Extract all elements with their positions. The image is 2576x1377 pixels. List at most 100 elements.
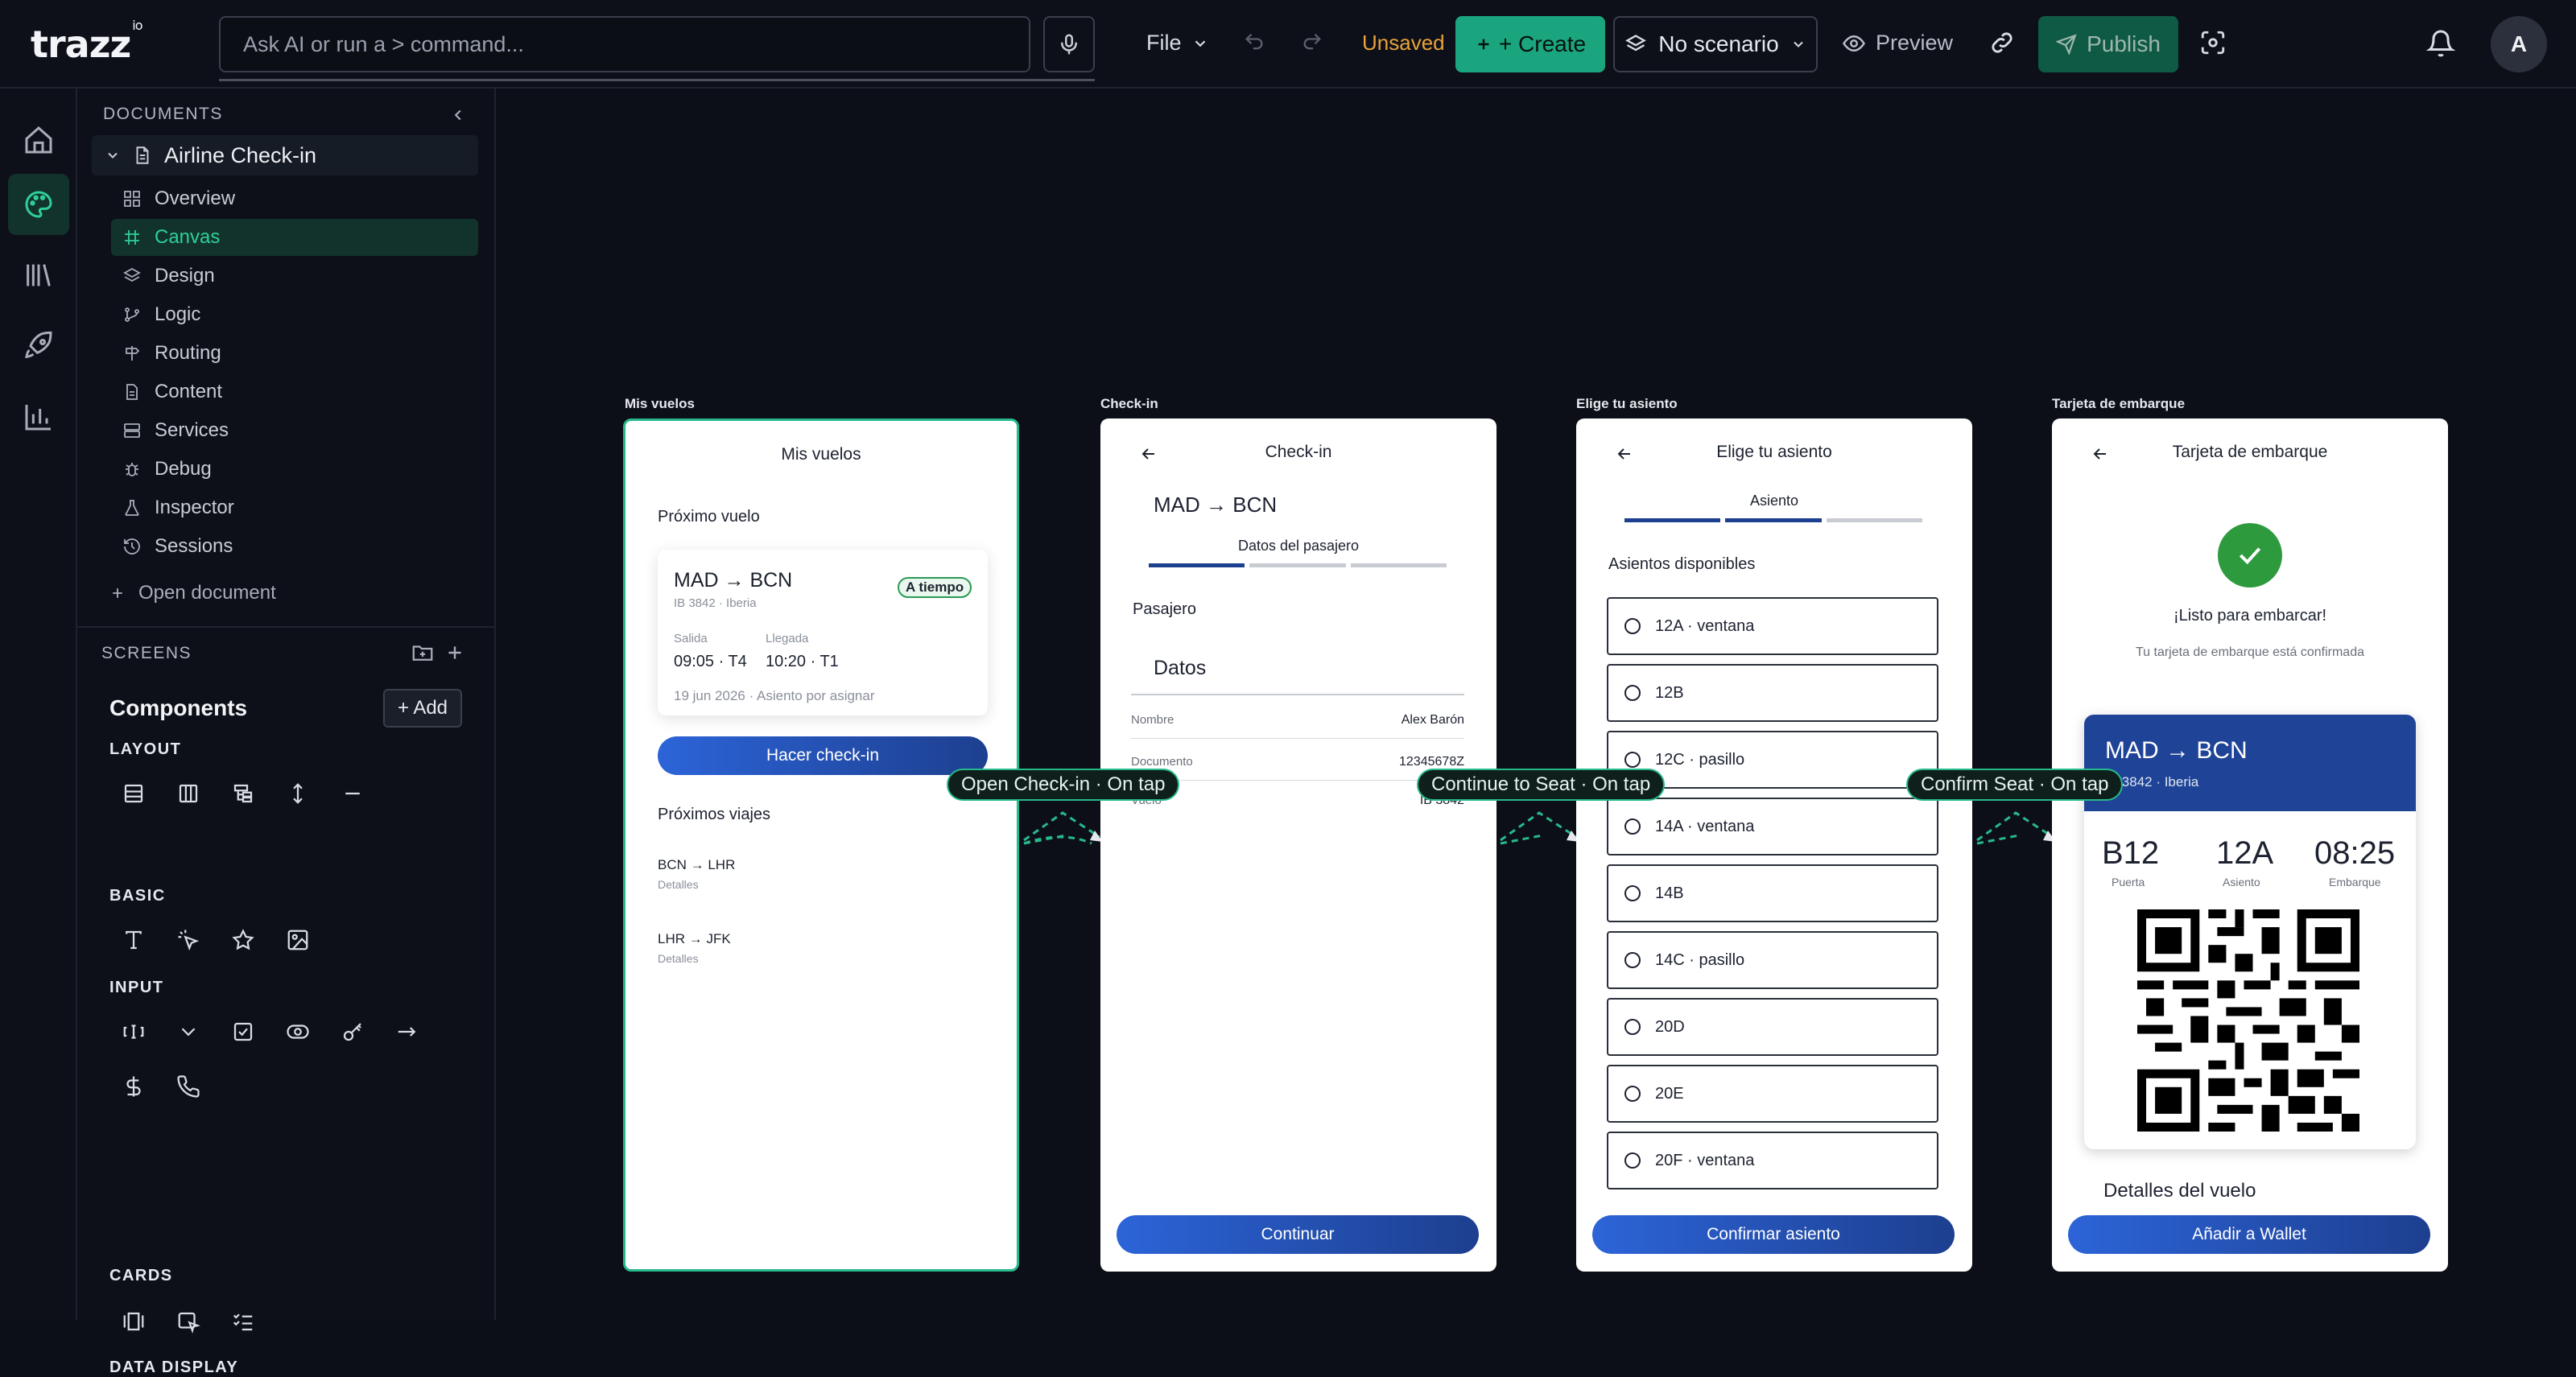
screen-boarding-pass[interactable]: Tarjeta de embarque ¡Listo para embarcar…	[2052, 418, 2448, 1272]
nav-design[interactable]: Design	[111, 258, 478, 295]
stack-component[interactable]	[116, 776, 151, 811]
nav-routing[interactable]: Routing	[111, 335, 478, 372]
connector-label[interactable]: Continue to Seat · On tap	[1417, 769, 1666, 801]
screen-title: Tarjeta de embarque	[2172, 443, 2328, 461]
file-text-icon	[126, 384, 138, 400]
undo-icon	[1245, 33, 1263, 50]
screen-mis-vuelos[interactable]: Mis vuelos Próximo vuelo MAD → BCN IB 38…	[623, 418, 1019, 1272]
seat-option[interactable]: 20D	[1607, 998, 1938, 1056]
status-badge: A tiempo	[898, 577, 972, 598]
redo-button[interactable]	[1301, 31, 1323, 53]
phone-component[interactable]	[171, 1069, 206, 1104]
toggle-component[interactable]	[280, 1014, 316, 1049]
nav-content[interactable]: Content	[111, 373, 478, 410]
notifications-button[interactable]	[2426, 29, 2455, 58]
seat-option[interactable]: 12B	[1607, 664, 1938, 722]
carousel-component[interactable]	[116, 1304, 151, 1339]
confirm-seat-button[interactable]: Confirmar asiento	[1592, 1215, 1955, 1254]
rail-home[interactable]	[8, 109, 69, 171]
add-to-wallet-button[interactable]: Añadir a Wallet	[2068, 1215, 2430, 1254]
app-logo[interactable]: trazz io	[31, 18, 143, 66]
command-input[interactable]: Ask AI or run a > command...	[219, 16, 1030, 72]
nav-sessions[interactable]: Sessions	[111, 528, 478, 565]
list-component[interactable]	[225, 1304, 261, 1339]
frame-label[interactable]: Mis vuelos	[625, 396, 695, 412]
open-document-button[interactable]: Open document	[98, 575, 465, 612]
undo-button[interactable]	[1243, 31, 1265, 53]
nav-logic[interactable]: Logic	[111, 296, 478, 333]
create-label: + Create	[1498, 31, 1587, 56]
layers-icon	[1625, 35, 1647, 52]
image-component[interactable]	[280, 922, 316, 958]
nav-canvas[interactable]: Canvas	[111, 219, 478, 256]
section-heading: Próximos viajes	[658, 806, 771, 823]
collapse-panel-icon[interactable]	[449, 106, 467, 124]
connector-label[interactable]: Confirm Seat · On tap	[1906, 769, 2124, 801]
user-avatar[interactable]: A	[2491, 16, 2547, 72]
qr-code-icon	[2137, 909, 2359, 1132]
card-component[interactable]	[171, 1304, 206, 1339]
checkbox-component[interactable]	[225, 1014, 261, 1049]
seat-option[interactable]: 14B	[1607, 864, 1938, 922]
file-menu[interactable]: File	[1146, 31, 1209, 56]
field-label: Nombre	[1131, 713, 1174, 727]
scenario-select[interactable]: No scenario	[1613, 16, 1818, 72]
continue-button[interactable]: Continuar	[1117, 1215, 1479, 1254]
trip-list-item[interactable]: BCN → LHR Detalles	[658, 857, 899, 905]
publish-button[interactable]: Publish	[2038, 16, 2178, 72]
seat-option[interactable]: 14C · pasillo	[1607, 931, 1938, 989]
currency-component[interactable]	[116, 1069, 151, 1104]
flight-card[interactable]: MAD → BCN IB 3842 · Iberia A tiempo Sali…	[658, 550, 988, 715]
columns-component[interactable]	[171, 776, 206, 811]
password-component[interactable]	[335, 1014, 370, 1049]
boarding-pass-header: MAD → BCN IB 3842 · Iberia	[2084, 715, 2416, 811]
step-label: Datos del pasajero	[1237, 538, 1360, 554]
document-title: Airline Check-in	[164, 142, 317, 167]
frame-label[interactable]: Check-in	[1100, 396, 1158, 412]
seat-option[interactable]: 20E	[1607, 1065, 1938, 1123]
nav-services[interactable]: Services	[111, 412, 478, 449]
screenshot-button[interactable]	[2199, 29, 2227, 56]
checkin-button[interactable]: Hacer check-in	[658, 736, 988, 775]
columns-icon	[179, 784, 198, 803]
frame-label[interactable]: Elige tu asiento	[1576, 396, 1678, 412]
slider-component[interactable]	[390, 1014, 425, 1049]
seat-option[interactable]: 12A · ventana	[1607, 597, 1938, 655]
plus-icon	[113, 588, 122, 598]
create-button[interactable]: + Create	[1455, 16, 1605, 72]
add-screen-icon[interactable]	[444, 642, 465, 663]
document-airline-checkin[interactable]: Airline Check-in	[92, 135, 478, 175]
nav-debug[interactable]: Debug	[111, 451, 478, 488]
rail-design[interactable]	[8, 174, 69, 235]
frame-label[interactable]: Tarjeta de embarque	[2052, 396, 2185, 412]
rail-library[interactable]	[8, 245, 69, 306]
seat-option[interactable]: 20F · ventana	[1607, 1132, 1938, 1189]
select-component[interactable]	[171, 1014, 206, 1049]
trip-list-item[interactable]: LHR → JFK Detalles	[658, 931, 899, 979]
connector-label[interactable]: Open Check-in · On tap	[947, 769, 1180, 801]
tree-component[interactable]	[225, 776, 261, 811]
share-link-button[interactable]	[1988, 29, 2016, 56]
spacer-component[interactable]	[280, 776, 316, 811]
text-component[interactable]	[116, 922, 151, 958]
nav-overview[interactable]: Overview	[111, 180, 478, 217]
rail-analytics[interactable]	[8, 386, 69, 447]
screen-check-in[interactable]: Check-in MAD → BCN Datos del pasajero Pa…	[1100, 418, 1496, 1272]
mic-button[interactable]	[1043, 16, 1095, 72]
action-component[interactable]	[171, 922, 206, 958]
trip-details: Detalles	[658, 952, 699, 965]
screen-seat-selection[interactable]: Elige tu asiento Asiento Asientos dispon…	[1576, 418, 1972, 1272]
history-icon	[124, 538, 140, 555]
text-cursor-input-icon	[123, 1025, 144, 1039]
nav-inspector[interactable]: Inspector	[111, 489, 478, 526]
seat-option[interactable]: 14A · ventana	[1607, 798, 1938, 855]
boarding-pass-card[interactable]: MAD → BCN IB 3842 · Iberia B12 Puerta 12…	[2084, 715, 2416, 1149]
textfield-component[interactable]	[116, 1014, 151, 1049]
capture-icon	[2201, 31, 2225, 55]
rail-deploy[interactable]	[8, 315, 69, 377]
new-folder-icon[interactable]	[411, 641, 435, 665]
divider-component[interactable]	[335, 776, 370, 811]
icon-component[interactable]	[225, 922, 261, 958]
preview-button[interactable]: Preview	[1842, 31, 1953, 56]
add-component-button[interactable]: + Add	[383, 689, 462, 728]
